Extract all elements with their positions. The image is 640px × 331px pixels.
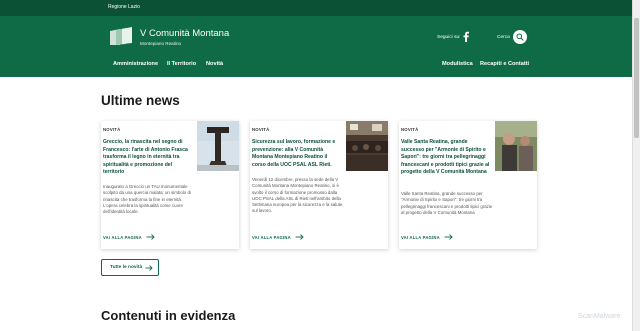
search-button[interactable] bbox=[513, 30, 527, 44]
all-news-button[interactable]: Tutte le novità bbox=[101, 259, 159, 276]
news-card[interactable]: NOVITÀ Sicurezza sul lavoro, formazione … bbox=[250, 121, 388, 249]
card-description: Inaugurato a Greccio un TAU monumentale … bbox=[103, 184, 191, 215]
logo-icon[interactable] bbox=[108, 27, 134, 47]
card-title[interactable]: Valle Santa Reatina, grande successo per… bbox=[401, 139, 491, 177]
card-link[interactable]: VAI ALLA PAGINA bbox=[103, 235, 142, 240]
nav-amministrazione[interactable]: Amministrazione bbox=[113, 61, 158, 67]
arrow-right-icon bbox=[146, 234, 155, 240]
facebook-icon[interactable] bbox=[462, 31, 470, 42]
watermark: ScanMalware bbox=[578, 313, 621, 320]
card-category: NOVITÀ bbox=[252, 127, 270, 132]
card-image[interactable] bbox=[495, 121, 537, 171]
card-description: Valle Santa Reatina, grande successo per… bbox=[401, 191, 493, 215]
card-image[interactable] bbox=[197, 121, 239, 171]
section-title-news: Ultime news bbox=[101, 93, 180, 108]
nav-territorio[interactable]: Il Territorio bbox=[167, 61, 196, 67]
nav-novita[interactable]: Novità bbox=[206, 61, 223, 67]
news-card[interactable]: NOVITÀ Greccio, la rinascita nel segno d… bbox=[101, 121, 239, 249]
nav-modulistica[interactable]: Modulistica bbox=[442, 61, 473, 67]
search-icon bbox=[516, 33, 524, 41]
card-title[interactable]: Greccio, la rinascita nel segno di Franc… bbox=[103, 139, 193, 177]
scrollbar-thumb[interactable] bbox=[634, 18, 639, 138]
header-divider bbox=[0, 74, 632, 77]
nav-recapiti[interactable]: Recapiti e Contatti bbox=[480, 61, 529, 67]
page-scrollbar[interactable] bbox=[632, 0, 640, 331]
brand-title[interactable]: V Comunità Montana bbox=[140, 28, 229, 39]
arrow-right-icon bbox=[444, 234, 453, 240]
all-news-label: Tutte le novità bbox=[110, 265, 143, 270]
card-category: NOVITÀ bbox=[401, 127, 419, 132]
arrow-right-icon bbox=[295, 234, 304, 240]
card-description: Venerdì 12 dicembre, presso la sede dell… bbox=[252, 177, 343, 214]
brand-subtitle: Montepiano Reatino bbox=[140, 41, 182, 46]
arrow-right-icon bbox=[145, 265, 153, 271]
region-link[interactable]: Regione Lazio bbox=[108, 4, 140, 10]
card-title[interactable]: Sicurezza sul lavoro, formazione e preve… bbox=[252, 139, 342, 169]
site-header: V Comunità Montana Montepiano Reatino Se… bbox=[0, 16, 632, 74]
region-bar: Regione Lazio bbox=[0, 0, 632, 16]
social-label: Seguici su: bbox=[437, 35, 461, 40]
card-link[interactable]: VAI ALLA PAGINA bbox=[401, 235, 440, 240]
card-link[interactable]: VAI ALLA PAGINA bbox=[252, 235, 291, 240]
card-image[interactable] bbox=[346, 121, 388, 171]
news-card[interactable]: NOVITÀ Valle Santa Reatina, grande succe… bbox=[399, 121, 537, 249]
section-title-featured: Contenuti in evidenza bbox=[101, 308, 236, 323]
card-category: NOVITÀ bbox=[103, 127, 121, 132]
search-label: Cerca bbox=[497, 35, 510, 40]
